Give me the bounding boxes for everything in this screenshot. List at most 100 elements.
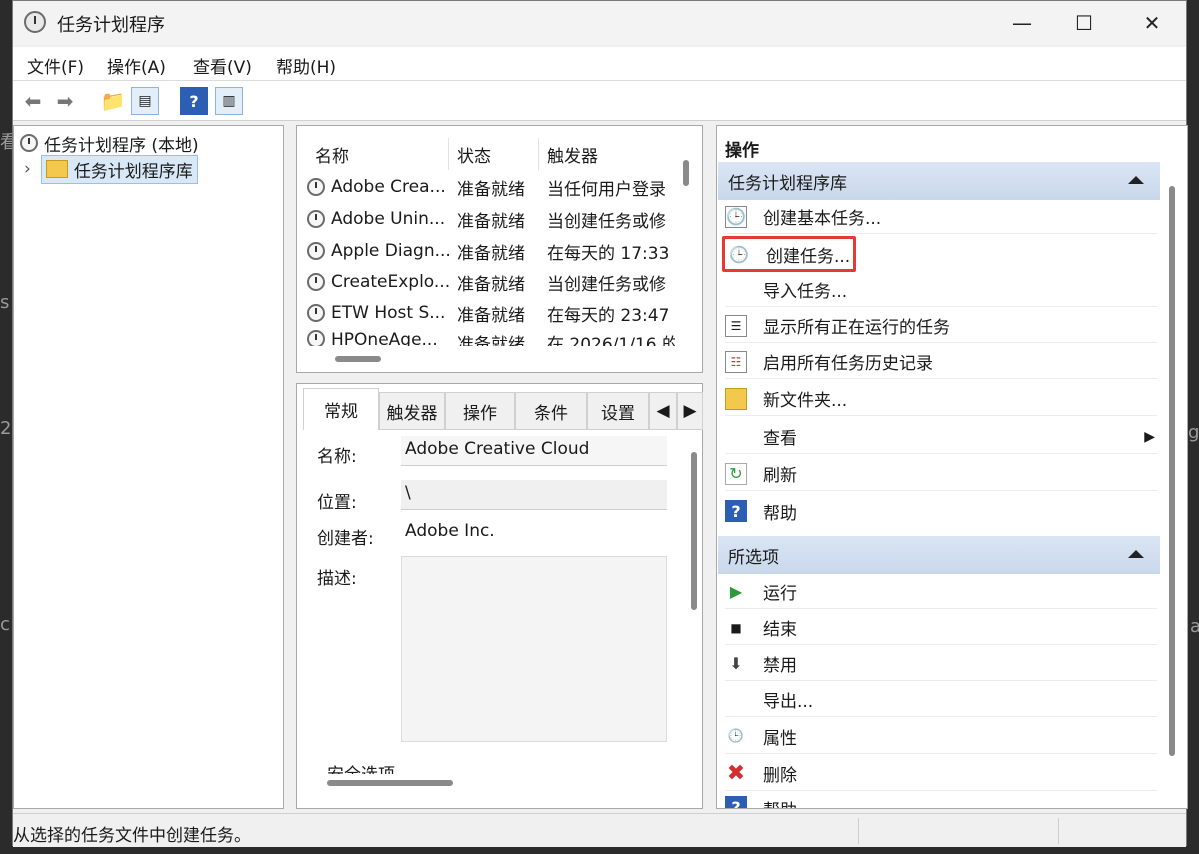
menu-file[interactable]: 文件(F) [27,53,84,78]
help-icon: ? [725,500,747,522]
actions-pane: 操作 任务计划程序库 🕒 创建基本任务... 🕒 创建任务... 导入任务...… [716,125,1188,809]
action-enable-history[interactable]: ☷ 启用所有任务历史记录 [725,345,1157,379]
table-row[interactable]: ETW Host S... 准备就绪 在每天的 23:47 [307,298,677,328]
table-row[interactable]: HPOneAge... 准备就绪 在 2026/1/16 的 [307,330,677,346]
action-properties[interactable]: 🕒 属性 [725,720,1157,754]
tree-root-label: 任务计划程序 (本地) [44,135,199,156]
column-header-name[interactable]: 名称 [307,138,449,170]
blank-icon [725,426,747,448]
window-title: 任务计划程序 [57,15,165,36]
task-list-vertical-scrollbar[interactable] [683,160,689,186]
action-help-selected[interactable]: ? 帮助 [725,796,1157,808]
action-show-running-tasks[interactable]: ☰ 显示所有正在运行的任务 [725,309,1157,343]
action-end[interactable]: ■ 结束 [725,611,1157,645]
location-field[interactable]: \ [401,480,667,510]
task-status: 准备就绪 [457,243,525,264]
clock-icon [20,134,38,152]
up-folder-icon[interactable]: 📁 [99,87,127,115]
section-library[interactable]: 任务计划程序库 [718,162,1160,200]
section-library-label: 任务计划程序库 [728,173,847,194]
column-header-trigger[interactable]: 触发器 [539,138,675,170]
blank-icon [725,279,747,301]
tab-conditions[interactable]: 条件 [515,392,587,430]
show-hide-console-tree-icon[interactable]: ▤ [131,87,159,115]
action-delete[interactable]: ✖ 删除 [725,757,1157,791]
tab-scroll-left-button[interactable]: ◀ [649,392,677,430]
name-field[interactable]: Adobe Creative Cloud [401,436,667,466]
task-trigger: 在每天的 17:33 [547,243,670,264]
help-icon[interactable]: ? [180,87,208,115]
column-header-status[interactable]: 状态 [449,138,539,170]
disable-down-arrow-icon: ⬇ [729,654,743,673]
menu-action[interactable]: 操作(A) [107,53,166,78]
new-folder-icon [725,387,747,410]
detail-horizontal-scrollbar[interactable] [327,780,453,786]
task-status: 准备就绪 [457,179,525,200]
clock-icon [307,242,325,260]
task-trigger: 当任何用户登录 [547,179,666,200]
task-list-horizontal-scrollbar[interactable] [335,356,381,362]
action-run[interactable]: ▶ 运行 [725,575,1157,609]
title-bar: 任务计划程序 — ☐ ✕ [13,1,1186,45]
action-export[interactable]: 导出... [725,683,1157,717]
action-label: 导出... [763,692,814,712]
collapse-up-icon[interactable] [1128,550,1144,558]
menu-help[interactable]: 帮助(H) [276,53,336,78]
action-create-basic-task[interactable]: 🕒 创建基本任务... [725,200,1157,234]
menu-bar: 文件(F) 操作(A) 查看(V) 帮助(H) [13,47,1186,81]
action-view[interactable]: 查看 ▶ [725,420,1157,454]
task-status: 准备就绪 [457,211,525,232]
action-create-task[interactable]: 🕒 创建任务... [722,236,856,272]
tree-library[interactable]: › 任务计划程序库 [24,154,198,184]
action-label: 查看 [763,429,797,449]
tab-settings[interactable]: 设置 [587,392,649,430]
section-selected[interactable]: 所选项 [718,536,1160,574]
description-field[interactable] [401,556,667,742]
security-options-label: 安全选项 [327,760,395,774]
run-icon: ▶ [729,582,743,601]
task-status: 准备就绪 [457,274,525,295]
table-row[interactable]: Apple Diagn... 准备就绪 在每天的 17:33 [307,236,677,266]
table-row[interactable]: Adobe Unin... 准备就绪 当创建任务或修 [307,204,677,234]
tree-root[interactable]: 任务计划程序 (本地) [20,130,199,156]
tree-library-selected[interactable]: 任务计划程序库 [40,154,198,184]
chevron-right-icon[interactable]: › [24,159,31,179]
action-label: 刷新 [763,466,797,486]
running-tasks-icon: ☰ [725,314,747,337]
action-label: 显示所有正在运行的任务 [763,318,950,338]
maximize-button[interactable]: ☐ [1053,1,1115,45]
description-label: 描述: [317,569,357,589]
background-text: 2 [0,418,12,439]
console-tree: 任务计划程序 (本地) › 任务计划程序库 [13,125,284,809]
tab-triggers[interactable]: 触发器 [379,392,445,430]
status-bar: 从选择的任务文件中创建任务。 [13,813,1186,847]
action-label: 禁用 [763,656,797,676]
tab-scroll-right-button[interactable]: ▶ [677,392,703,430]
status-divider [1058,818,1059,844]
action-refresh[interactable]: ↻ 刷新 [725,457,1157,491]
action-disable[interactable]: ⬇ 禁用 [725,647,1157,681]
action-import-task[interactable]: 导入任务... [725,273,1157,307]
back-arrow-icon[interactable]: ⬅ [19,87,47,115]
background-text: g [1188,422,1199,443]
detail-vertical-scrollbar[interactable] [691,452,697,610]
minimize-button[interactable]: — [991,1,1053,45]
table-row[interactable]: Adobe Crea... 准备就绪 当任何用户登录 [307,172,677,202]
status-divider [858,818,859,844]
tab-general[interactable]: 常规 [303,388,379,430]
forward-arrow-icon[interactable]: ➡ [51,87,79,115]
action-label: 创建基本任务... [763,209,882,229]
action-help[interactable]: ? 帮助 [725,494,1157,528]
tab-actions[interactable]: 操作 [445,392,515,430]
action-new-folder[interactable]: 新文件夹... [725,382,1157,416]
close-button[interactable]: ✕ [1121,1,1183,45]
table-row[interactable]: CreateExplo... 准备就绪 当创建任务或修 [307,267,677,297]
section-selected-label: 所选项 [728,547,779,568]
actions-vertical-scrollbar[interactable] [1169,186,1175,756]
menu-view[interactable]: 查看(V) [193,53,252,78]
collapse-up-icon[interactable] [1128,176,1144,184]
task-trigger: 在 2026/1/16 的 [547,335,675,346]
show-hide-action-pane-icon[interactable]: ▥ [215,87,243,115]
task-status: 准备就绪 [457,335,525,346]
author-field[interactable]: Adobe Inc. [401,518,667,548]
